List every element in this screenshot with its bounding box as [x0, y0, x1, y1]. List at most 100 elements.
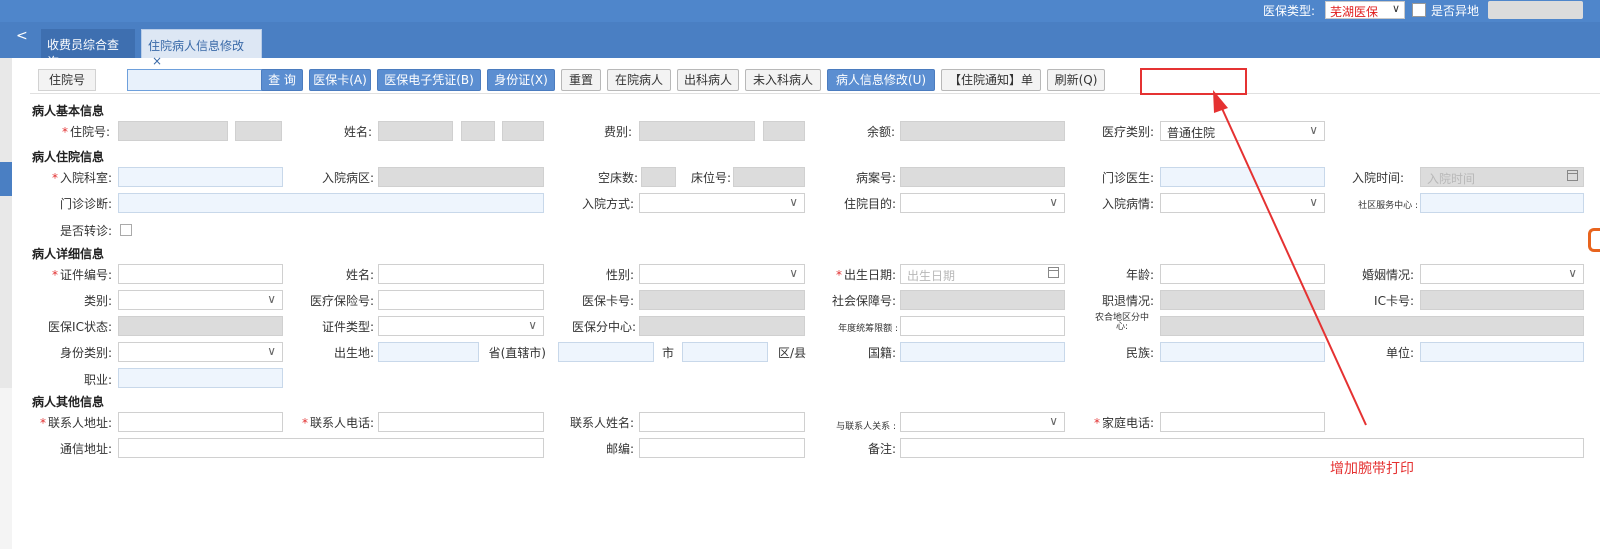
- id-card-button[interactable]: 身份证(X): [487, 69, 555, 91]
- birthplace-province-field[interactable]: [378, 342, 479, 362]
- identity-type-label: 身份类别:: [59, 346, 112, 360]
- nationality-label: 国籍:: [867, 346, 896, 360]
- tab-bar: < 收费员综合查询 住院病人信息修改×: [0, 22, 1600, 69]
- annual-limit-field[interactable]: [900, 316, 1065, 336]
- chevron-down-icon: ∨: [1309, 195, 1318, 209]
- work-unit-field[interactable]: [1420, 342, 1584, 362]
- retire-field: [1160, 290, 1325, 310]
- fee-type-field: [639, 121, 755, 141]
- outpatient-diag-label: 门诊诊断:: [59, 197, 112, 211]
- annotation-note: 增加腕带打印: [1330, 461, 1414, 477]
- mail-addr-field[interactable]: [118, 438, 544, 458]
- outpatient-doctor-field[interactable]: [1160, 167, 1325, 187]
- chevron-down-icon: ∨: [1391, 2, 1400, 15]
- annotation-highlight-box: [1140, 68, 1247, 95]
- section-basic-info: 病人基本信息: [32, 104, 105, 118]
- postcode-field[interactable]: [639, 438, 805, 458]
- contact-addr-field[interactable]: [118, 412, 283, 432]
- insurance-card-button[interactable]: 医保卡(A): [309, 69, 371, 91]
- id-no-label: * 证件编号:: [51, 268, 112, 282]
- section-detail-info: 病人详细信息: [32, 247, 105, 261]
- city-suffix: 市: [661, 346, 674, 360]
- refresh-button[interactable]: 刷新(Q): [1047, 69, 1105, 91]
- in-hospital-button[interactable]: 在院病人: [607, 69, 671, 91]
- sidebar-lower: [0, 388, 12, 549]
- tab-cashier-query[interactable]: 收费员综合查询: [41, 29, 135, 69]
- admission-notice-button[interactable]: 【住院通知】单: [941, 69, 1041, 91]
- case-no-field: [900, 167, 1065, 187]
- identity-type-select[interactable]: ∨: [118, 342, 283, 362]
- community-center-field[interactable]: [1420, 193, 1584, 213]
- province-suffix: 省(直辖市): [488, 346, 546, 360]
- bed-no-field: [733, 167, 805, 187]
- admit-dept-field[interactable]: [118, 167, 283, 187]
- ins-ic-status-label: 医保IC状态:: [48, 320, 112, 334]
- chevron-down-icon: ∨: [1049, 414, 1058, 428]
- bed-no-label: 床位号:: [690, 171, 731, 185]
- admit-dept-label: * 入院科室:: [51, 171, 112, 185]
- admit-condition-label: 入院病情:: [1101, 197, 1154, 211]
- ic-card-no-label: IC卡号:: [1374, 294, 1414, 308]
- query-button[interactable]: 查 询: [261, 69, 303, 91]
- edit-patient-button[interactable]: 病人信息修改(U): [827, 69, 935, 91]
- name-label: 姓名:: [343, 125, 372, 139]
- chevron-down-icon: ∨: [267, 344, 276, 358]
- marital-label: 婚姻情况:: [1361, 268, 1414, 282]
- age-field[interactable]: [1160, 264, 1325, 284]
- back-icon[interactable]: <: [16, 28, 28, 44]
- remote-checkbox[interactable]: [1412, 3, 1426, 17]
- occupation-field[interactable]: [118, 368, 283, 388]
- category-label: 类别:: [83, 294, 112, 308]
- transfer-checkbox[interactable]: [120, 224, 132, 236]
- contact-relation-select[interactable]: ∨: [900, 412, 1065, 432]
- insurance-no-field[interactable]: [378, 290, 544, 310]
- outpatient-diag-field[interactable]: [118, 193, 544, 213]
- age-label: 年龄:: [1125, 268, 1154, 282]
- birth-date-label: * 出生日期:: [835, 268, 896, 282]
- gender-select[interactable]: ∨: [639, 264, 805, 284]
- district-suffix: 区/县: [777, 346, 806, 360]
- insurance-e-voucher-button[interactable]: 医保电子凭证(B): [377, 69, 481, 91]
- chevron-down-icon: ∨: [789, 195, 798, 209]
- social-sec-no-label: 社会保障号:: [831, 294, 896, 308]
- not-admitted-button[interactable]: 未入科病人: [745, 69, 821, 91]
- birth-date-field[interactable]: 出生日期: [900, 264, 1065, 284]
- purpose-select[interactable]: ∨: [900, 193, 1065, 213]
- admit-method-select[interactable]: ∨: [639, 193, 805, 213]
- name2-field[interactable]: [378, 264, 544, 284]
- mail-addr-label: 通信地址:: [59, 442, 112, 456]
- nationality-field[interactable]: [900, 342, 1065, 362]
- admit-condition-select[interactable]: ∨: [1160, 193, 1325, 213]
- user-menu[interactable]: [1488, 1, 1583, 19]
- id-type-select[interactable]: ∨: [378, 316, 544, 336]
- insurance-type-select[interactable]: 芜湖医保 ∨: [1325, 1, 1405, 19]
- medical-type-select[interactable]: 普通住院 ∨: [1160, 121, 1325, 141]
- category-select[interactable]: ∨: [118, 290, 283, 310]
- reset-button[interactable]: 重置: [561, 69, 601, 91]
- chevron-down-icon: ∨: [1049, 195, 1058, 209]
- contact-name-field[interactable]: [639, 412, 805, 432]
- floating-tool-icon[interactable]: [1588, 228, 1600, 252]
- admission-no-field: [118, 121, 228, 141]
- section-other-info: 病人其他信息: [32, 395, 105, 409]
- occupation-label: 职业:: [83, 373, 112, 387]
- remote-label: 是否异地: [1431, 4, 1480, 18]
- chevron-down-icon: ∨: [789, 266, 798, 280]
- tab-inpatient-edit[interactable]: 住院病人信息修改×: [141, 29, 262, 68]
- gender-label: 性别:: [605, 268, 634, 282]
- contact-phone-field[interactable]: [378, 412, 544, 432]
- ins-center-field: [639, 316, 805, 336]
- insurance-no-label: 医疗保险号:: [309, 294, 374, 308]
- ethnicity-field[interactable]: [1160, 342, 1325, 362]
- insurance-type-label: 医保类型:: [1263, 4, 1316, 18]
- admit-ward-field: [378, 167, 544, 187]
- home-phone-field[interactable]: [1160, 412, 1325, 432]
- admit-ward-label: 入院病区:: [321, 171, 374, 185]
- birthplace-city-field[interactable]: [558, 342, 654, 362]
- birthplace-label: 出生地:: [333, 346, 374, 360]
- marital-select[interactable]: ∨: [1420, 264, 1584, 284]
- id-no-field[interactable]: [118, 264, 283, 284]
- birthplace-district-field[interactable]: [682, 342, 768, 362]
- remark-field[interactable]: [900, 438, 1584, 458]
- discharged-button[interactable]: 出科病人: [677, 69, 739, 91]
